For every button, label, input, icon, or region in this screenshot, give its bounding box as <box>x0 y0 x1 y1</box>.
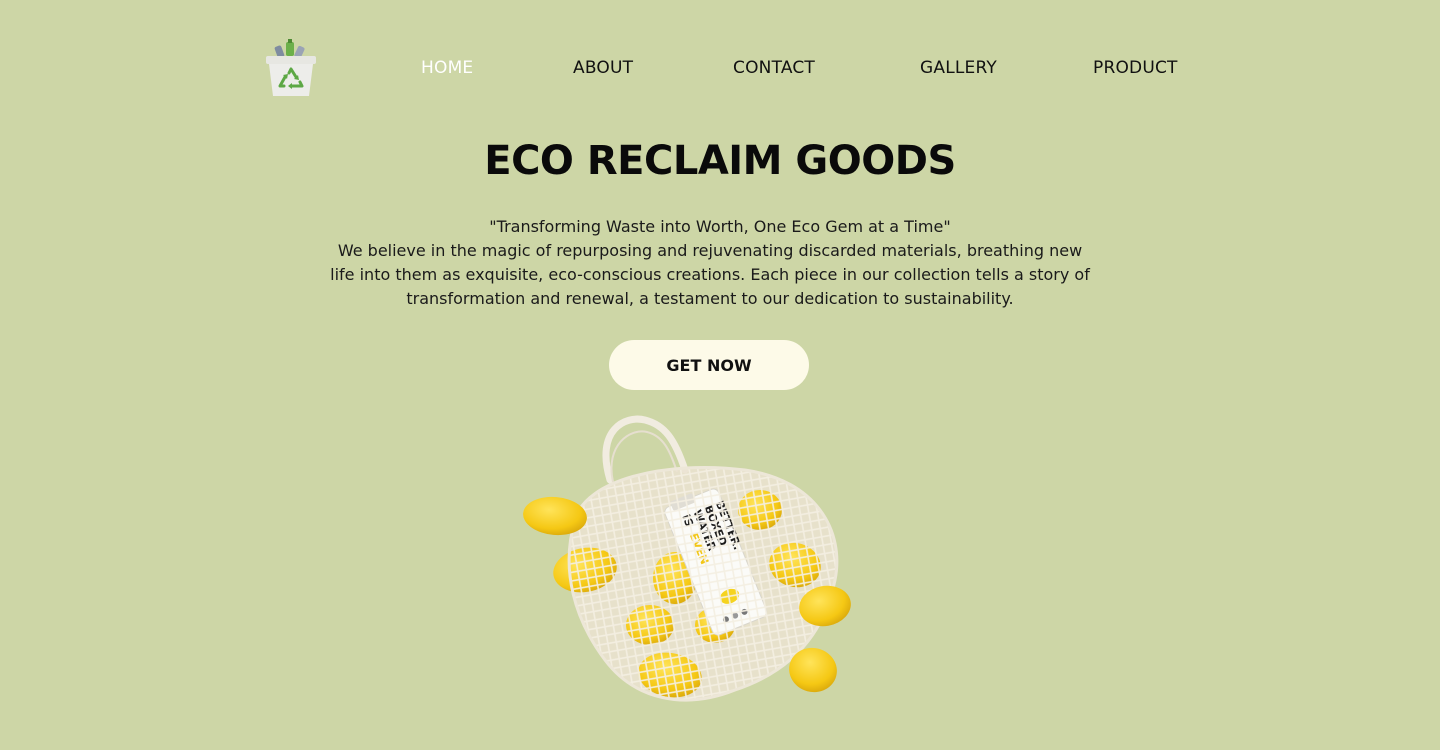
hero-tagline: "Transforming Waste into Worth, One Eco … <box>489 217 951 236</box>
get-now-button[interactable]: GET NOW <box>609 340 809 390</box>
nav-item-product[interactable]: PRODUCT <box>1093 58 1178 78</box>
nav-item-gallery[interactable]: GALLERY <box>920 58 997 78</box>
hero-description: We believe in the magic of repurposing a… <box>330 241 1090 308</box>
nav-item-about[interactable]: ABOUT <box>573 58 633 78</box>
page-title: ECO RECLAIM GOODS <box>484 138 956 184</box>
main-nav: HOME ABOUT CONTACT GALLERY PRODUCT <box>0 58 1440 84</box>
mesh-bag-lemons-image: BOXED WATER IS EVEN BETTER. <box>515 410 865 720</box>
nav-item-home[interactable]: HOME <box>421 58 473 78</box>
nav-item-contact[interactable]: CONTACT <box>733 58 815 78</box>
